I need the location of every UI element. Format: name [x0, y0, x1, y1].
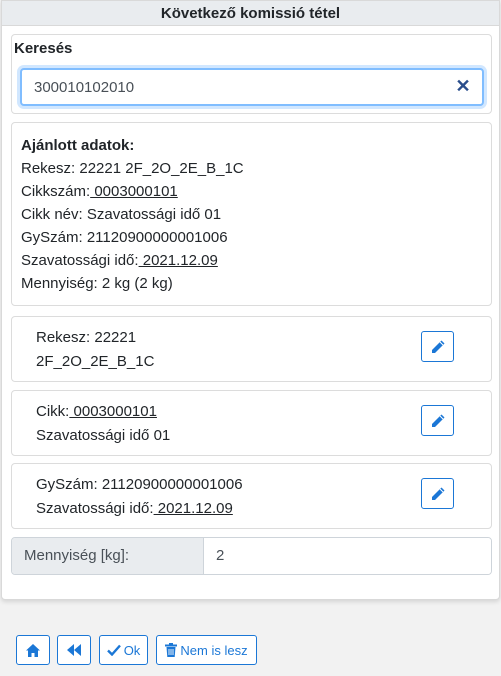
clear-icon[interactable]: ✕ — [454, 77, 472, 95]
search-label: Keresés — [14, 40, 73, 57]
home-icon — [26, 643, 40, 657]
pencil-icon — [431, 340, 444, 353]
gyszam-card: GySzám: 21120900000001006 Szavatossági i… — [11, 463, 492, 529]
search-box[interactable]: ✕ — [20, 68, 484, 106]
commission-panel: Következő komissió tétel Keresés ✕ Ajánl… — [1, 0, 500, 600]
suggested-data-card: Ajánlott adatok: Rekesz: 22221 2F_2O_2E_… — [11, 122, 492, 306]
ok-button[interactable]: Ok — [99, 635, 148, 665]
search-card: Keresés ✕ — [11, 34, 492, 114]
suggested-gyszam: GySzám: 21120900000001006 — [21, 229, 228, 246]
home-button[interactable] — [16, 635, 50, 665]
ok-label: Ok — [123, 642, 141, 658]
suggested-rekesz: Rekesz: 22221 2F_2O_2E_B_1C — [21, 160, 244, 177]
suggested-mennyiseg: Mennyiség: 2 kg (2 kg) — [21, 275, 173, 292]
edit-rekesz-button[interactable] — [421, 331, 454, 362]
cikk-card: Cikk: 0003000101 Szavatossági idő 01 — [11, 390, 492, 456]
cancel-button[interactable]: Nem is lesz — [156, 635, 257, 665]
trash-icon — [165, 643, 178, 657]
search-input[interactable] — [22, 70, 442, 104]
suggested-szavatossag-value: 2021.12.09 — [138, 252, 218, 269]
rekesz-card: Rekesz: 22221 2F_2O_2E_B_1C — [11, 316, 492, 382]
cancel-label: Nem is lesz — [180, 642, 248, 658]
quantity-input[interactable]: 2 — [204, 538, 491, 574]
suggested-heading: Ajánlott adatok: — [21, 137, 135, 154]
quantity-group: Mennyiség [kg]: 2 — [11, 537, 492, 575]
page-title: Következő komissió tétel — [2, 1, 499, 26]
cikk-value: 0003000101 — [69, 403, 157, 420]
suggested-szavatossag: Szavatossági idő: 2021.12.09 — [21, 252, 218, 269]
quantity-label: Mennyiség [kg]: — [12, 538, 204, 574]
fast-backward-icon — [67, 644, 81, 656]
back-button[interactable] — [57, 635, 91, 665]
suggested-cikkszam-value: 0003000101 — [90, 183, 178, 200]
pencil-icon — [431, 414, 444, 427]
edit-gyszam-button[interactable] — [421, 478, 454, 509]
pencil-icon — [431, 487, 444, 500]
suggested-cikkszam: Cikkszám: 0003000101 — [21, 183, 178, 200]
check-icon — [106, 644, 121, 656]
edit-cikk-button[interactable] — [421, 405, 454, 436]
suggested-cikk-nev: Cikk név: Szavatossági idő 01 — [21, 206, 222, 223]
gyszam-szavatossag-value: 2021.12.09 — [153, 500, 233, 517]
